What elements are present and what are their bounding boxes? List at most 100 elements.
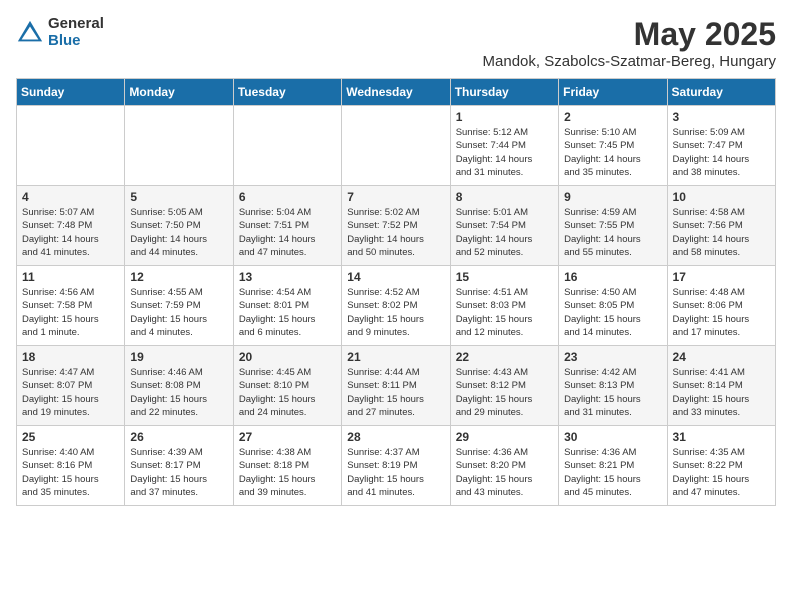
calendar-title: May 2025 — [483, 16, 776, 53]
header-day-sunday: Sunday — [17, 79, 125, 106]
day-number: 20 — [239, 350, 336, 364]
day-number: 1 — [456, 110, 553, 124]
day-info: Sunrise: 4:56 AM Sunset: 7:58 PM Dayligh… — [22, 286, 119, 339]
calendar-cell: 17Sunrise: 4:48 AM Sunset: 8:06 PM Dayli… — [667, 266, 775, 346]
calendar-cell: 5Sunrise: 5:05 AM Sunset: 7:50 PM Daylig… — [125, 186, 233, 266]
logo: General Blue — [16, 16, 104, 49]
calendar-cell: 24Sunrise: 4:41 AM Sunset: 8:14 PM Dayli… — [667, 346, 775, 426]
day-info: Sunrise: 4:52 AM Sunset: 8:02 PM Dayligh… — [347, 286, 444, 339]
calendar-cell: 12 Sunrise: 4:55 AM Sunset: 7:59 PM Dayli… — [125, 266, 233, 346]
day-number: 31 — [673, 430, 770, 444]
day-number: 29 — [456, 430, 553, 444]
logo-general-text: General — [48, 16, 104, 33]
day-info: Sunrise: 4:44 AM Sunset: 8:11 PM Dayligh… — [347, 366, 444, 419]
week-row-3: 11 Sunrise: 4:56 AM Sunset: 7:58 PM Dayli… — [17, 266, 776, 346]
day-info: Sunrise: 4:38 AM Sunset: 8:18 PM Dayligh… — [239, 446, 336, 499]
day-info: Sunrise: 4:36 AM Sunset: 8:20 PM Dayligh… — [456, 446, 553, 499]
calendar-subtitle: Mandok, Szabolcs-Szatmar-Bereg, Hungary — [483, 53, 776, 70]
day-number: 4 — [22, 190, 119, 204]
day-number: 10 — [673, 190, 770, 204]
day-number: 14 — [347, 270, 444, 284]
calendar-cell: 13 Sunrise: 4:54 AM Sunset: 8:01 PM Dayli… — [233, 266, 341, 346]
calendar-cell: 1 Sunrise: 5:12 AM Sunset: 7:44 PM Daylig… — [450, 106, 558, 186]
calendar-cell: 14 Sunrise: 4:52 AM Sunset: 8:02 PM Dayli… — [342, 266, 450, 346]
day-info: Sunrise: 5:09 AM Sunset: 7:47 PM Dayligh… — [673, 126, 770, 179]
calendar-cell: 16 Sunrise: 4:50 AM Sunset: 8:05 PM Dayli… — [559, 266, 667, 346]
calendar-cell: 22Sunrise: 4:43 AM Sunset: 8:12 PM Dayli… — [450, 346, 558, 426]
calendar-cell: 6 Sunrise: 5:04 AM Sunset: 7:51 PM Daylig… — [233, 186, 341, 266]
calendar-cell: 18Sunrise: 4:47 AM Sunset: 8:07 PM Dayli… — [17, 346, 125, 426]
calendar-cell: 11 Sunrise: 4:56 AM Sunset: 7:58 PM Dayli… — [17, 266, 125, 346]
title-block: May 2025 Mandok, Szabolcs-Szatmar-Bereg,… — [483, 16, 776, 70]
day-number: 9 — [564, 190, 661, 204]
day-number: 15 — [456, 270, 553, 284]
calendar-cell: 10Sunrise: 4:58 AM Sunset: 7:56 PM Dayli… — [667, 186, 775, 266]
calendar-cell: 4Sunrise: 5:07 AM Sunset: 7:48 PM Daylig… — [17, 186, 125, 266]
calendar-table: SundayMondayTuesdayWednesdayThursdayFrid… — [16, 78, 776, 506]
day-info: Sunrise: 4:40 AM Sunset: 8:16 PM Dayligh… — [22, 446, 119, 499]
day-info: Sunrise: 4:51 AM Sunset: 8:03 PM Dayligh… — [456, 286, 553, 339]
day-number: 30 — [564, 430, 661, 444]
calendar-cell: 3 Sunrise: 5:09 AM Sunset: 7:47 PM Daylig… — [667, 106, 775, 186]
day-number: 16 — [564, 270, 661, 284]
day-number: 28 — [347, 430, 444, 444]
header-day-thursday: Thursday — [450, 79, 558, 106]
day-number: 25 — [22, 430, 119, 444]
day-number: 3 — [673, 110, 770, 124]
calendar-cell: 31Sunrise: 4:35 AM Sunset: 8:22 PM Dayli… — [667, 426, 775, 506]
page-header: General Blue May 2025 Mandok, Szabolcs-S… — [16, 16, 776, 70]
header-day-wednesday: Wednesday — [342, 79, 450, 106]
week-row-4: 18Sunrise: 4:47 AM Sunset: 8:07 PM Dayli… — [17, 346, 776, 426]
header-day-tuesday: Tuesday — [233, 79, 341, 106]
day-info: Sunrise: 4:36 AM Sunset: 8:21 PM Dayligh… — [564, 446, 661, 499]
day-number: 13 — [239, 270, 336, 284]
day-number: 22 — [456, 350, 553, 364]
calendar-cell: 23 Sunrise: 4:42 AM Sunset: 8:13 PM Dayli… — [559, 346, 667, 426]
day-info: Sunrise: 5:12 AM Sunset: 7:44 PM Dayligh… — [456, 126, 553, 179]
day-info: Sunrise: 4:50 AM Sunset: 8:05 PM Dayligh… — [564, 286, 661, 339]
logo-text: General Blue — [48, 16, 104, 49]
calendar-cell: 8Sunrise: 5:01 AM Sunset: 7:54 PM Daylig… — [450, 186, 558, 266]
day-info: Sunrise: 4:54 AM Sunset: 8:01 PM Dayligh… — [239, 286, 336, 339]
calendar-cell: 27 Sunrise: 4:38 AM Sunset: 8:18 PM Dayli… — [233, 426, 341, 506]
calendar-cell: 26Sunrise: 4:39 AM Sunset: 8:17 PM Dayli… — [125, 426, 233, 506]
day-number: 6 — [239, 190, 336, 204]
week-row-2: 4Sunrise: 5:07 AM Sunset: 7:48 PM Daylig… — [17, 186, 776, 266]
day-number: 8 — [456, 190, 553, 204]
header-day-friday: Friday — [559, 79, 667, 106]
day-info: Sunrise: 5:05 AM Sunset: 7:50 PM Dayligh… — [130, 206, 227, 259]
day-number: 11 — [22, 270, 119, 284]
day-number: 26 — [130, 430, 227, 444]
day-info: Sunrise: 4:45 AM Sunset: 8:10 PM Dayligh… — [239, 366, 336, 419]
calendar-cell — [17, 106, 125, 186]
day-info: Sunrise: 5:04 AM Sunset: 7:51 PM Dayligh… — [239, 206, 336, 259]
day-number: 7 — [347, 190, 444, 204]
calendar-cell: 2Sunrise: 5:10 AM Sunset: 7:45 PM Daylig… — [559, 106, 667, 186]
calendar-cell — [233, 106, 341, 186]
day-number: 27 — [239, 430, 336, 444]
day-info: Sunrise: 4:42 AM Sunset: 8:13 PM Dayligh… — [564, 366, 661, 419]
day-info: Sunrise: 4:59 AM Sunset: 7:55 PM Dayligh… — [564, 206, 661, 259]
calendar-cell: 15 Sunrise: 4:51 AM Sunset: 8:03 PM Dayli… — [450, 266, 558, 346]
calendar-cell: 19Sunrise: 4:46 AM Sunset: 8:08 PM Dayli… — [125, 346, 233, 426]
day-number: 23 — [564, 350, 661, 364]
week-row-5: 25 Sunrise: 4:40 AM Sunset: 8:16 PM Dayli… — [17, 426, 776, 506]
calendar-cell: 21 Sunrise: 4:44 AM Sunset: 8:11 PM Dayli… — [342, 346, 450, 426]
day-info: Sunrise: 4:37 AM Sunset: 8:19 PM Dayligh… — [347, 446, 444, 499]
day-info: Sunrise: 4:55 AM Sunset: 7:59 PM Dayligh… — [130, 286, 227, 339]
day-number: 19 — [130, 350, 227, 364]
day-number: 2 — [564, 110, 661, 124]
calendar-cell: 30 Sunrise: 4:36 AM Sunset: 8:21 PM Dayli… — [559, 426, 667, 506]
day-info: Sunrise: 4:48 AM Sunset: 8:06 PM Dayligh… — [673, 286, 770, 339]
calendar-cell: 20 Sunrise: 4:45 AM Sunset: 8:10 PM Dayli… — [233, 346, 341, 426]
header-row: SundayMondayTuesdayWednesdayThursdayFrid… — [17, 79, 776, 106]
day-number: 18 — [22, 350, 119, 364]
calendar-cell — [342, 106, 450, 186]
day-info: Sunrise: 5:02 AM Sunset: 7:52 PM Dayligh… — [347, 206, 444, 259]
calendar-cell: 28 Sunrise: 4:37 AM Sunset: 8:19 PM Dayli… — [342, 426, 450, 506]
day-info: Sunrise: 4:41 AM Sunset: 8:14 PM Dayligh… — [673, 366, 770, 419]
calendar-cell: 7 Sunrise: 5:02 AM Sunset: 7:52 PM Daylig… — [342, 186, 450, 266]
day-number: 21 — [347, 350, 444, 364]
calendar-cell: 29 Sunrise: 4:36 AM Sunset: 8:20 PM Dayli… — [450, 426, 558, 506]
day-number: 12 — [130, 270, 227, 284]
